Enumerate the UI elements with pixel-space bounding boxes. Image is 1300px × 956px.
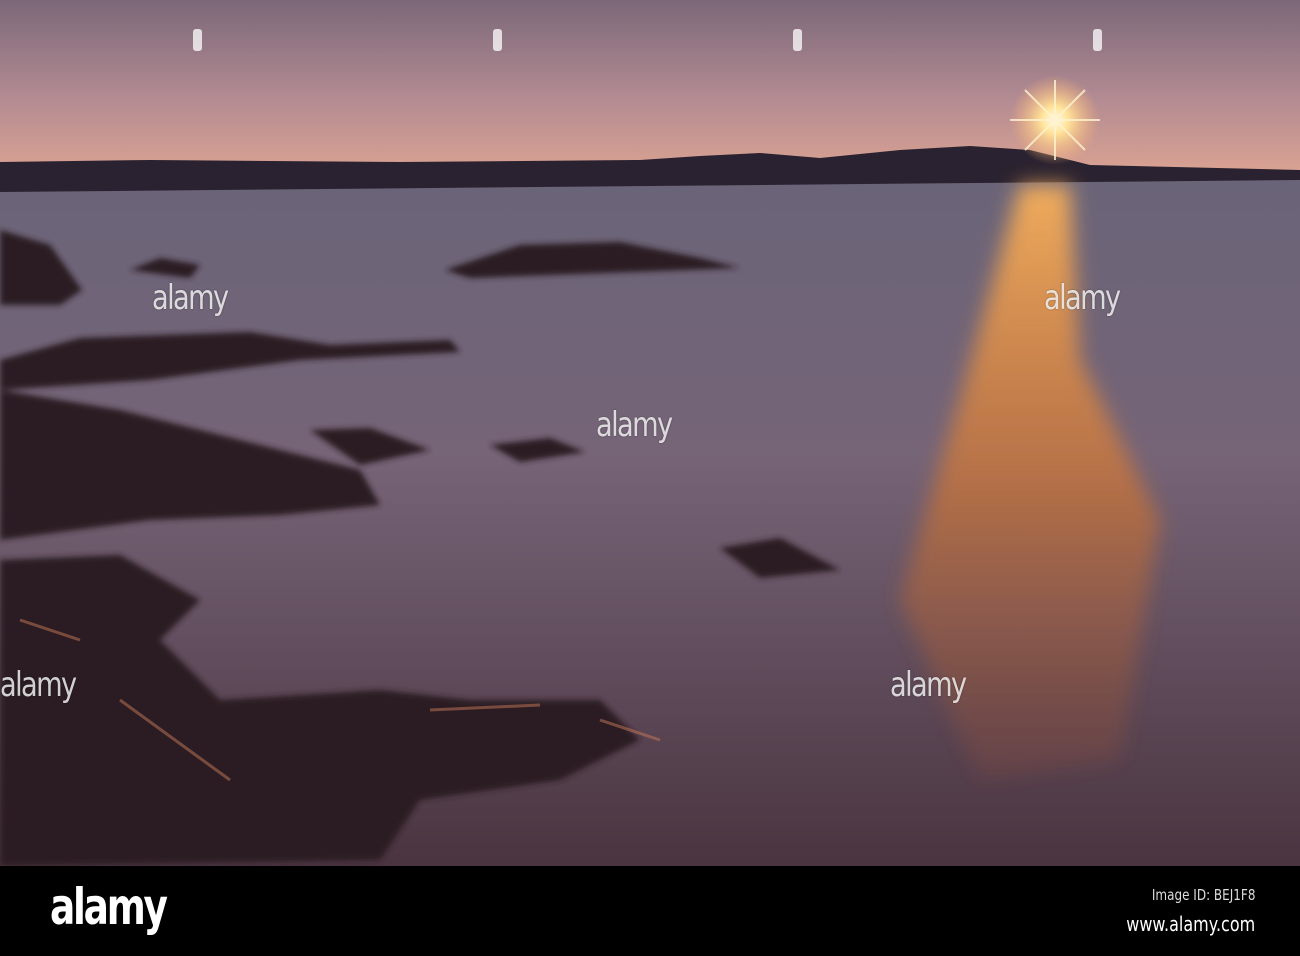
site-url: www.alamy.com [1126,912,1255,936]
watermark-text: alamy [152,278,229,318]
watermark-text: alamy [1044,278,1121,318]
photo-stage: alamy alamy alamy alamy alamy alamy Imag… [0,0,1300,956]
watermark-text: alamy [0,665,77,705]
alamy-logo: alamy [50,878,168,936]
watermark-text: alamy [890,665,967,705]
watermark-mark [1093,29,1102,51]
watermark-text: alamy [596,405,673,445]
footer-bar: alamy Image ID: BEJ1F8 www.alamy.com [0,866,1300,956]
image-id: Image ID: BEJ1F8 [1151,886,1255,904]
watermark-mark [493,29,502,51]
watermark-mark [793,29,802,51]
watermark-mark [193,29,202,51]
